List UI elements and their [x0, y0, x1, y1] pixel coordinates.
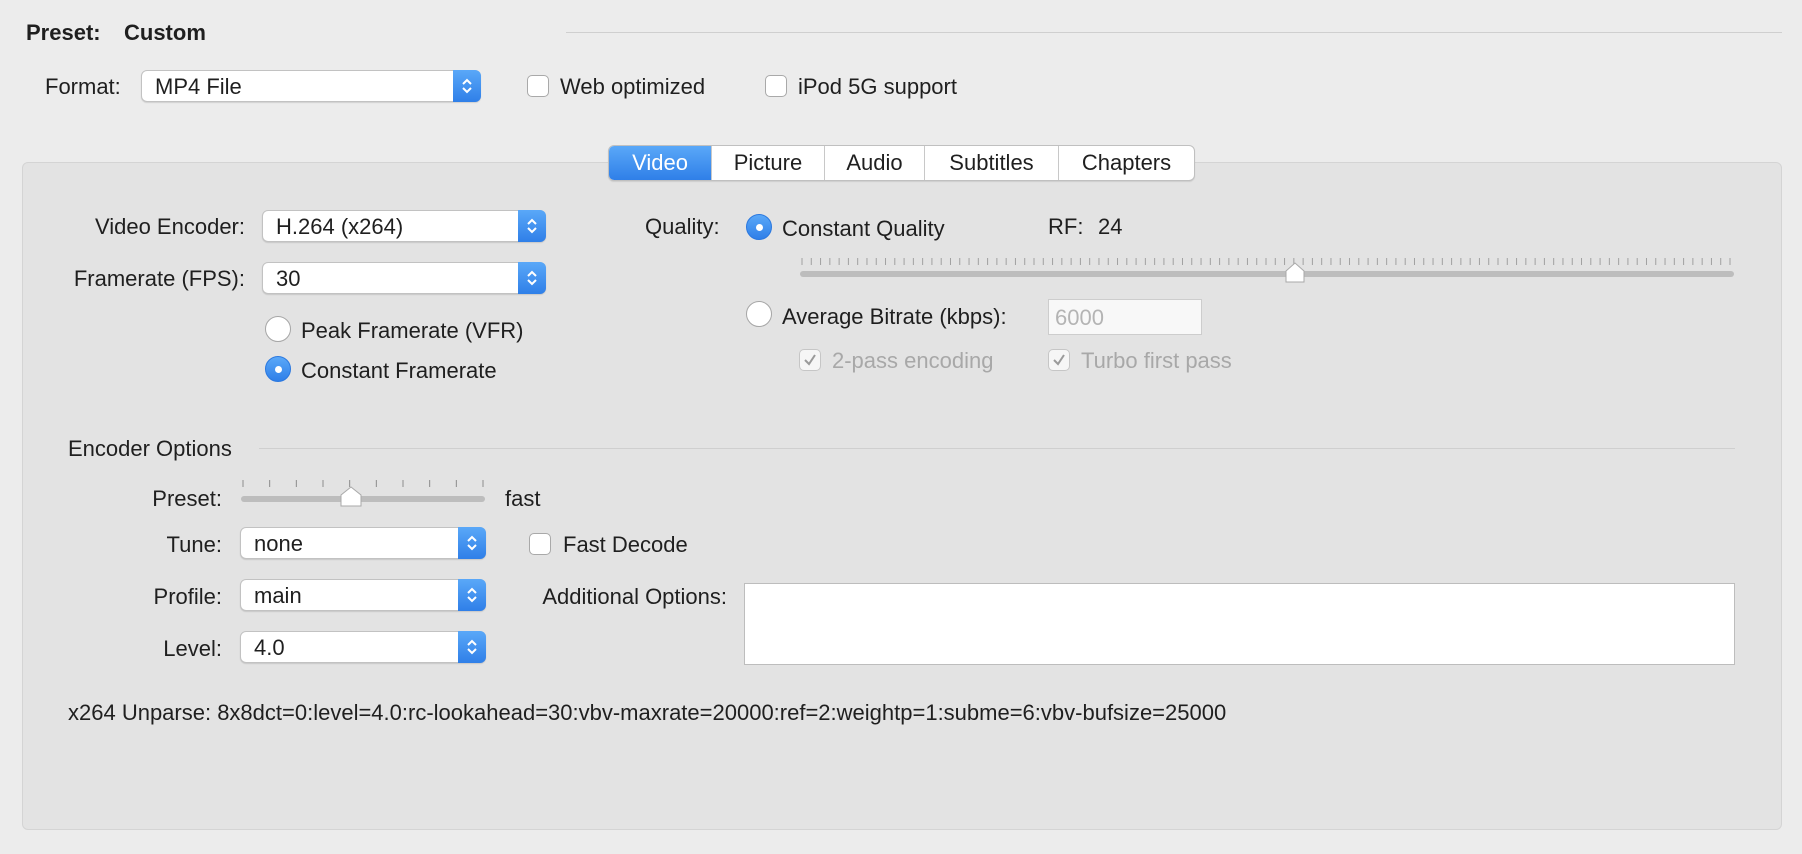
rf-slider-ticks — [801, 258, 1731, 265]
chevron-updown-icon — [458, 579, 486, 611]
additional-options-label: Additional Options: — [542, 584, 727, 609]
framerate-popup[interactable]: 30 — [262, 262, 546, 294]
two-pass-checkbox[interactable] — [799, 349, 821, 371]
chevron-updown-icon — [518, 262, 546, 294]
turbo-first-pass-checkbox[interactable] — [1048, 349, 1070, 371]
tab-chapters[interactable]: Chapters — [1058, 146, 1194, 180]
preset-divider — [566, 32, 1782, 33]
bitrate-field[interactable]: 6000 — [1048, 299, 1202, 335]
two-pass-label: 2-pass encoding — [832, 348, 994, 373]
level-value: 4.0 — [254, 635, 285, 660]
format-popup[interactable]: MP4 File — [141, 70, 481, 102]
encoder-options-header: Encoder Options — [68, 436, 232, 461]
framerate-value: 30 — [276, 266, 301, 291]
chevron-updown-icon — [453, 70, 481, 102]
format-label: Format: — [45, 74, 121, 99]
tab-subtitles[interactable]: Subtitles — [924, 146, 1058, 180]
rf-label: RF: — [1048, 214, 1084, 239]
profile-popup[interactable]: main — [240, 579, 486, 611]
bitrate-placeholder: 6000 — [1055, 305, 1104, 330]
quality-label: Quality: — [645, 214, 720, 239]
web-optimized-label: Web optimized — [560, 74, 706, 99]
rf-slider-knob[interactable] — [1284, 262, 1306, 284]
tune-label: Tune: — [166, 532, 222, 557]
preset-label: Preset: — [26, 20, 101, 45]
preset-name: Custom — [124, 20, 206, 45]
level-label: Level: — [163, 636, 222, 661]
preset-slider-ticks — [242, 480, 484, 487]
constant-framerate-label: Constant Framerate — [301, 358, 497, 383]
peak-framerate-label: Peak Framerate (VFR) — [301, 318, 524, 343]
web-optimized-checkbox[interactable] — [527, 75, 549, 97]
chevron-updown-icon — [518, 210, 546, 242]
video-encoder-label: Video Encoder: — [94, 214, 245, 239]
video-encoder-value: H.264 (x264) — [276, 214, 404, 239]
tab-audio[interactable]: Audio — [824, 146, 924, 180]
encoder-options-divider — [259, 448, 1735, 449]
constant-framerate-radio[interactable] — [265, 356, 291, 382]
average-bitrate-radio[interactable] — [746, 301, 772, 327]
peak-framerate-radio[interactable] — [265, 316, 291, 342]
chevron-updown-icon — [458, 631, 486, 663]
rf-slider-track[interactable] — [800, 271, 1734, 277]
framerate-label: Framerate (FPS): — [73, 266, 245, 291]
turbo-first-pass-label: Turbo first pass — [1081, 348, 1232, 373]
constant-quality-radio[interactable] — [746, 214, 772, 240]
tune-value: none — [254, 531, 303, 556]
encoder-preset-value: fast — [505, 486, 541, 511]
rf-value: 24 — [1098, 214, 1123, 239]
encoder-preset-label: Preset: — [152, 486, 222, 511]
tab-picture[interactable]: Picture — [711, 146, 824, 180]
average-bitrate-label: Average Bitrate (kbps): — [782, 304, 1007, 329]
tab-video[interactable]: Video — [609, 146, 711, 180]
x264-unparse-text: x264 Unparse: 8x8dct=0:level=4.0:rc-look… — [68, 700, 1227, 725]
profile-value: main — [254, 583, 302, 608]
fast-decode-label: Fast Decode — [563, 532, 688, 557]
ipod-support-label: iPod 5G support — [798, 74, 957, 99]
profile-label: Profile: — [153, 584, 222, 609]
format-popup-value: MP4 File — [155, 74, 242, 99]
chevron-updown-icon — [458, 527, 486, 559]
additional-options-field[interactable] — [744, 583, 1735, 665]
constant-quality-label: Constant Quality — [782, 216, 945, 241]
tune-popup[interactable]: none — [240, 527, 486, 559]
fast-decode-checkbox[interactable] — [529, 533, 551, 555]
ipod-support-checkbox[interactable] — [765, 75, 787, 97]
level-popup[interactable]: 4.0 — [240, 631, 486, 663]
video-encoder-popup[interactable]: H.264 (x264) — [262, 210, 546, 242]
preset-slider-knob[interactable] — [339, 486, 363, 508]
preset-slider-track[interactable] — [241, 496, 485, 502]
tab-bar: Video Picture Audio Subtitles Chapters — [608, 145, 1195, 181]
